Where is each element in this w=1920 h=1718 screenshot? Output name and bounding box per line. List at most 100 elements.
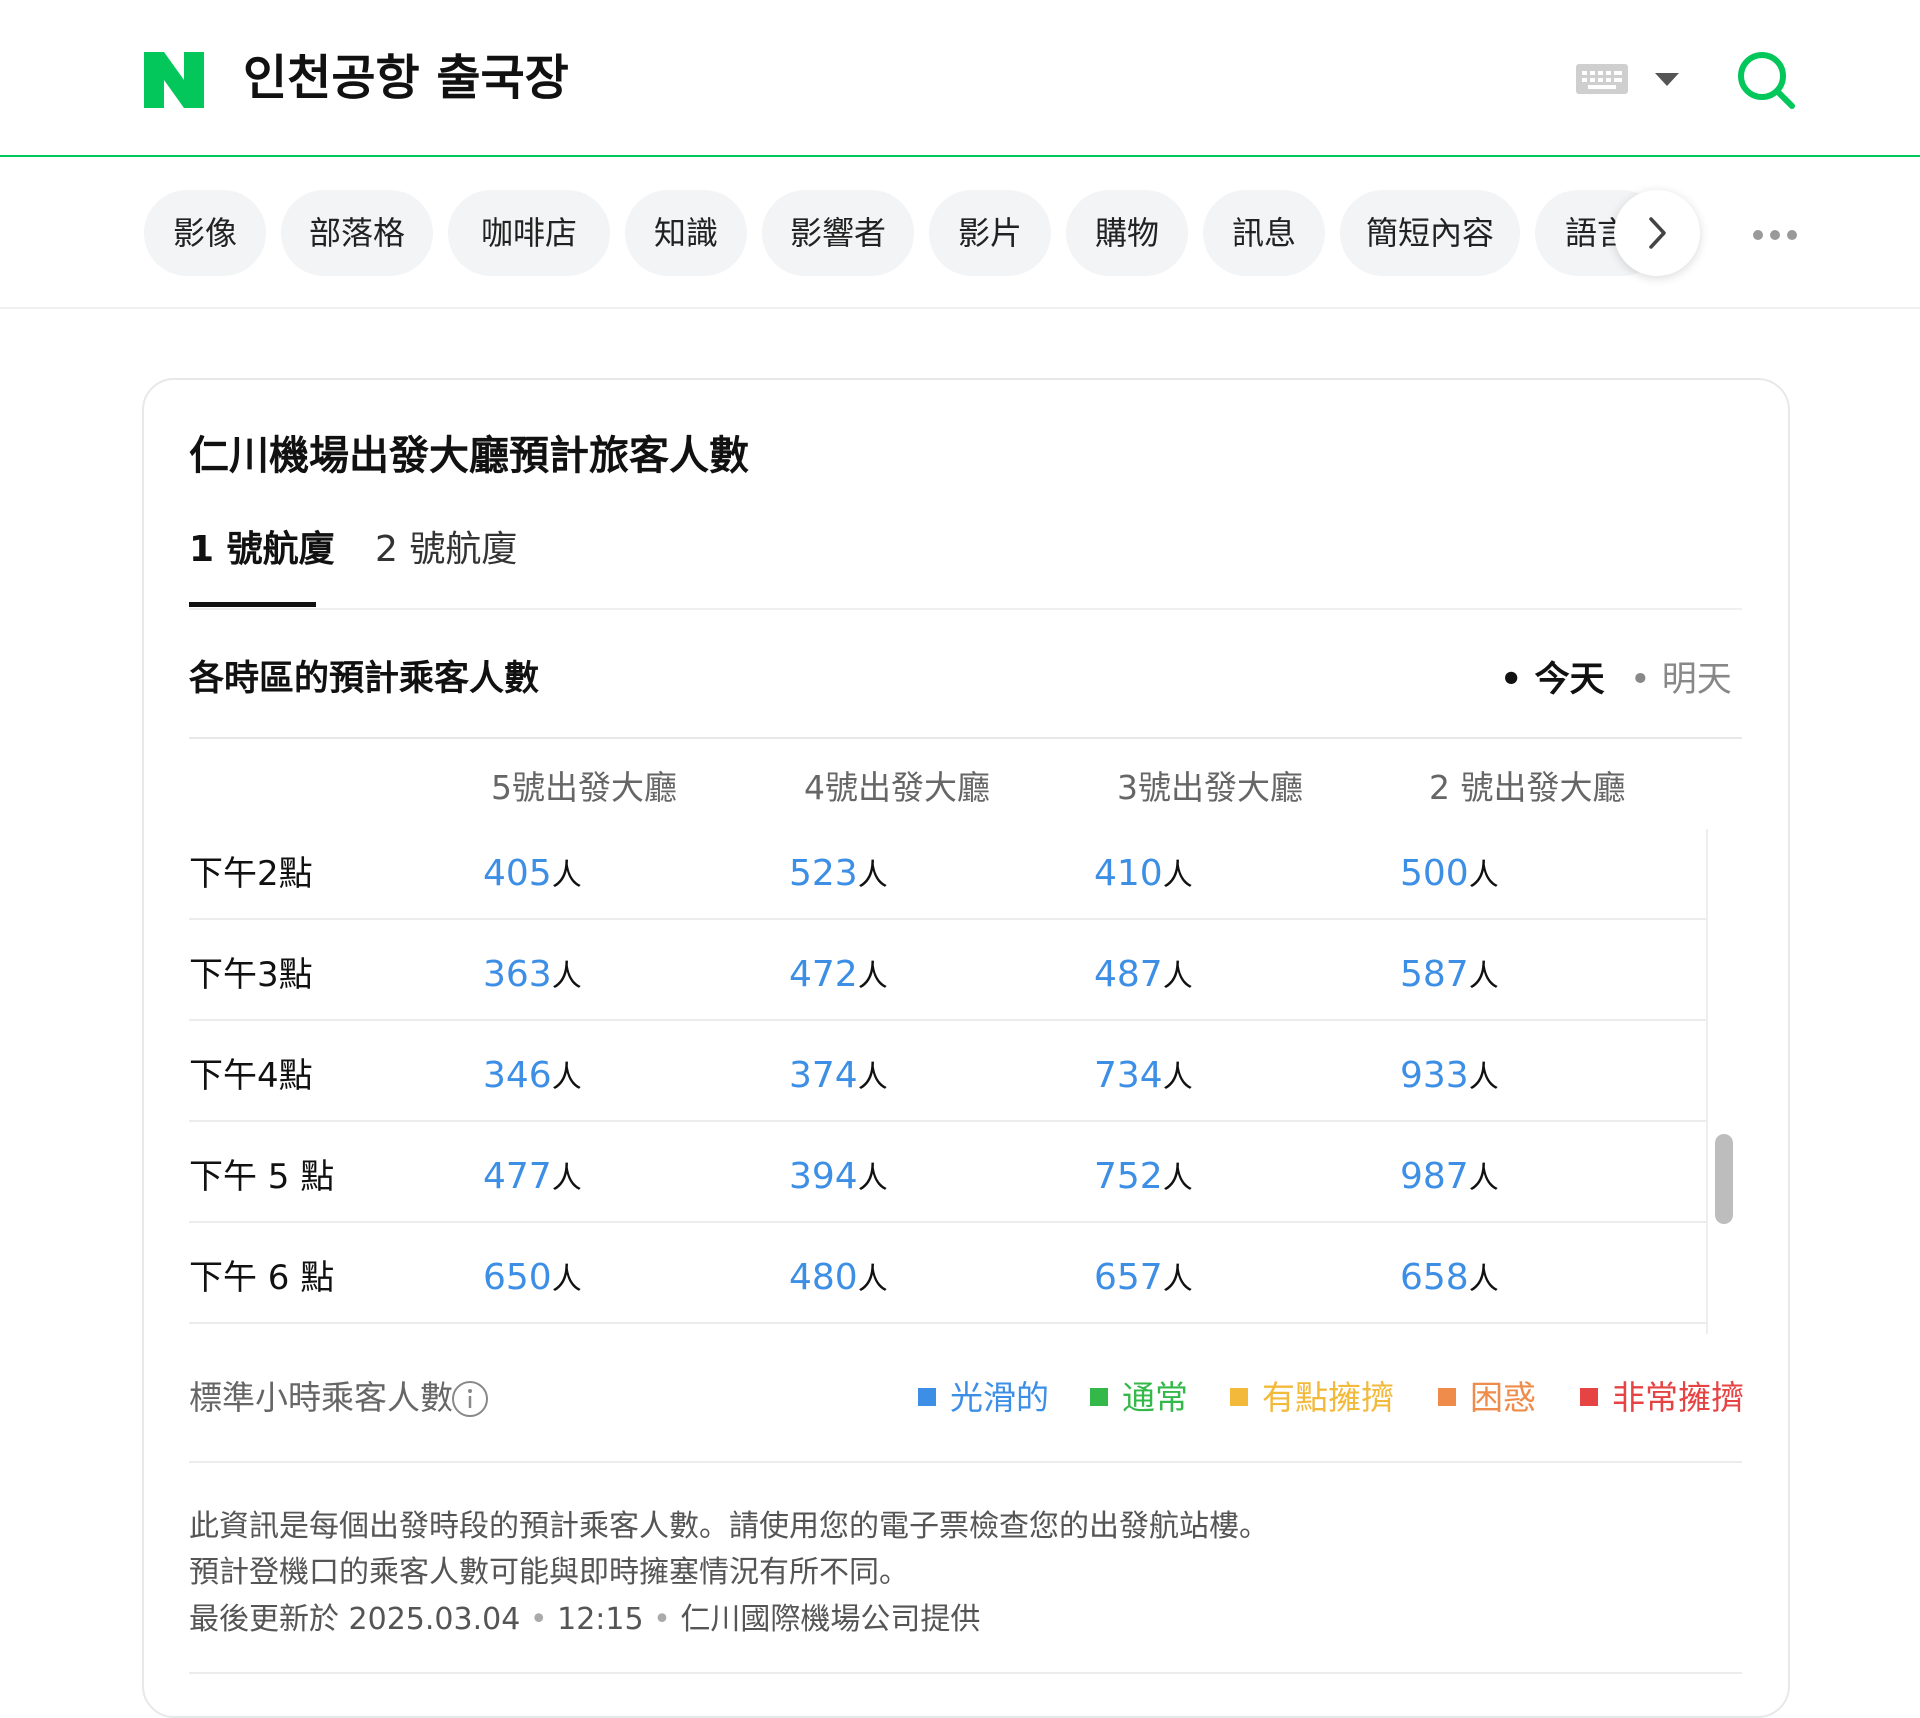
- passenger-count: 405: [483, 853, 552, 894]
- table-cell: 752人: [1094, 1152, 1193, 1208]
- passenger-count: 410: [1094, 853, 1163, 894]
- unit-label: 人: [857, 1060, 888, 1095]
- tab-terminal-2[interactable]: 2 號航廈: [375, 524, 517, 576]
- scrollbar-track[interactable]: [1706, 829, 1742, 1334]
- unit-label: 人: [1468, 959, 1499, 994]
- tabs-next-button[interactable]: [1614, 190, 1700, 276]
- tab-short-content[interactable]: 簡短內容: [1340, 190, 1520, 276]
- naver-logo[interactable]: [144, 52, 204, 108]
- column-header: 4號出發大廳: [804, 768, 990, 807]
- passenger-count: 752: [1094, 1156, 1163, 1197]
- info-note: 此資訊是每個出發時段的預計乘客人數。請使用您的電子票檢查您的出發航站樓。: [189, 1509, 1269, 1544]
- divider: [189, 737, 1742, 739]
- table-cell: 394人: [789, 1152, 888, 1208]
- divider: [189, 1672, 1742, 1674]
- table-cell: 987人: [1400, 1152, 1499, 1208]
- tab-shopping[interactable]: 購物: [1066, 190, 1188, 276]
- table-cell: 523人: [789, 849, 888, 905]
- passenger-count: 477: [483, 1156, 552, 1197]
- day-option-tomorrow[interactable]: • 明天: [1630, 656, 1732, 704]
- tab-influencer[interactable]: 影響者: [762, 190, 914, 276]
- passenger-count: 933: [1400, 1055, 1469, 1096]
- info-note: 預計登機口的乘客人數可能與即時擁塞情況有所不同。: [189, 1555, 909, 1590]
- search-query[interactable]: 인천공항 출국장: [243, 48, 569, 108]
- tab-terminal-1[interactable]: 1 號航廈: [189, 524, 335, 576]
- table-cell: 480人: [789, 1253, 888, 1309]
- more-icon[interactable]: [1752, 229, 1798, 241]
- tab-cafe[interactable]: 咖啡店: [448, 190, 610, 276]
- unit-label: 人: [1468, 858, 1499, 893]
- scrollbar-thumb[interactable]: [1715, 1134, 1733, 1224]
- table-cell: 363人: [483, 950, 582, 1006]
- legend-swatch: [1580, 1388, 1598, 1406]
- legend-normal: 通常: [1090, 1374, 1188, 1422]
- row-label: 下午3點: [189, 955, 313, 995]
- section-title: 各時區的預計乘客人數: [189, 659, 540, 699]
- row-divider: [189, 918, 1706, 920]
- passenger-table[interactable]: 下午2點 405人 523人 410人 500人 下午3點 363人 472人 …: [189, 829, 1742, 1334]
- passenger-count: 346: [483, 1055, 552, 1096]
- unit-label: 人: [551, 1161, 582, 1196]
- standard-hourly-label: 標準小時乘客人數: [189, 1378, 453, 1417]
- passenger-count: 587: [1400, 954, 1469, 995]
- card-title: 仁川機場出發大廳預計旅客人數: [189, 433, 749, 479]
- passenger-count: 734: [1094, 1055, 1163, 1096]
- legend-label: 困惑: [1470, 1378, 1536, 1417]
- table-cell: 477人: [483, 1152, 582, 1208]
- passenger-count: 500: [1400, 853, 1469, 894]
- row-label: 下午4點: [189, 1056, 313, 1096]
- tab-news[interactable]: 訊息: [1203, 190, 1325, 276]
- update-info: 最後更新於 2025.03.04 • 12:15 • 仁川國際機場公司提供: [189, 1602, 981, 1637]
- unit-label: 人: [857, 959, 888, 994]
- row-label: 下午2點: [189, 854, 313, 894]
- table-cell: 734人: [1094, 1051, 1193, 1107]
- unit-label: 人: [1468, 1060, 1499, 1095]
- unit-label: 人: [551, 1262, 582, 1297]
- table-cell: 346人: [483, 1051, 582, 1107]
- tab-images[interactable]: 影像: [144, 190, 266, 276]
- search-icon[interactable]: [1736, 50, 1796, 110]
- column-header: 3號出發大廳: [1117, 768, 1303, 807]
- legend-swatch: [918, 1388, 936, 1406]
- tab-video[interactable]: 影片: [929, 190, 1051, 276]
- search-tabs: 影像 部落格 咖啡店 知識 影響者 影片 購物 訊息 簡短內容 語言: [0, 157, 1920, 309]
- chevron-down-icon[interactable]: [1655, 73, 1679, 87]
- row-label: 下午 5 點: [189, 1157, 335, 1197]
- row-label: 下午 6 點: [189, 1258, 335, 1298]
- table-cell: 657人: [1094, 1253, 1193, 1309]
- legend-very-crowded: 非常擁擠: [1580, 1374, 1744, 1422]
- table-cell: 658人: [1400, 1253, 1499, 1309]
- passenger-count: 658: [1400, 1257, 1469, 1298]
- table-cell: 500人: [1400, 849, 1499, 905]
- unit-label: 人: [551, 858, 582, 893]
- day-label: 明天: [1661, 660, 1732, 700]
- row-divider: [189, 1019, 1706, 1021]
- column-header: 5號出發大廳: [491, 768, 677, 807]
- info-icon[interactable]: [451, 1380, 489, 1418]
- passenger-count: 363: [483, 954, 552, 995]
- passenger-count: 394: [789, 1156, 858, 1197]
- day-option-today[interactable]: • 今天: [1500, 656, 1605, 704]
- passenger-count: 374: [789, 1055, 858, 1096]
- legend-smooth: 光滑的: [918, 1374, 1049, 1422]
- legend-swatch: [1090, 1388, 1108, 1406]
- unit-label: 人: [551, 1060, 582, 1095]
- unit-label: 人: [1162, 1161, 1193, 1196]
- unit-label: 人: [1162, 1262, 1193, 1297]
- updated-time: 12:15: [557, 1602, 644, 1637]
- active-tab-indicator: [189, 602, 316, 607]
- table-cell: 933人: [1400, 1051, 1499, 1107]
- unit-label: 人: [1468, 1161, 1499, 1196]
- legend-slightly-crowded: 有點擁擠: [1230, 1374, 1394, 1422]
- updated-prefix: 最後更新於: [189, 1602, 339, 1637]
- row-divider: [189, 1322, 1706, 1324]
- tab-knowledge[interactable]: 知識: [625, 190, 747, 276]
- search-header: 인천공항 출국장: [0, 0, 1920, 157]
- legend-swatch: [1438, 1388, 1456, 1406]
- table-cell: 410人: [1094, 849, 1193, 905]
- table-cell: 587人: [1400, 950, 1499, 1006]
- keyboard-icon[interactable]: [1576, 64, 1628, 94]
- tab-blog[interactable]: 部落格: [281, 190, 433, 276]
- table-cell: 374人: [789, 1051, 888, 1107]
- unit-label: 人: [857, 858, 888, 893]
